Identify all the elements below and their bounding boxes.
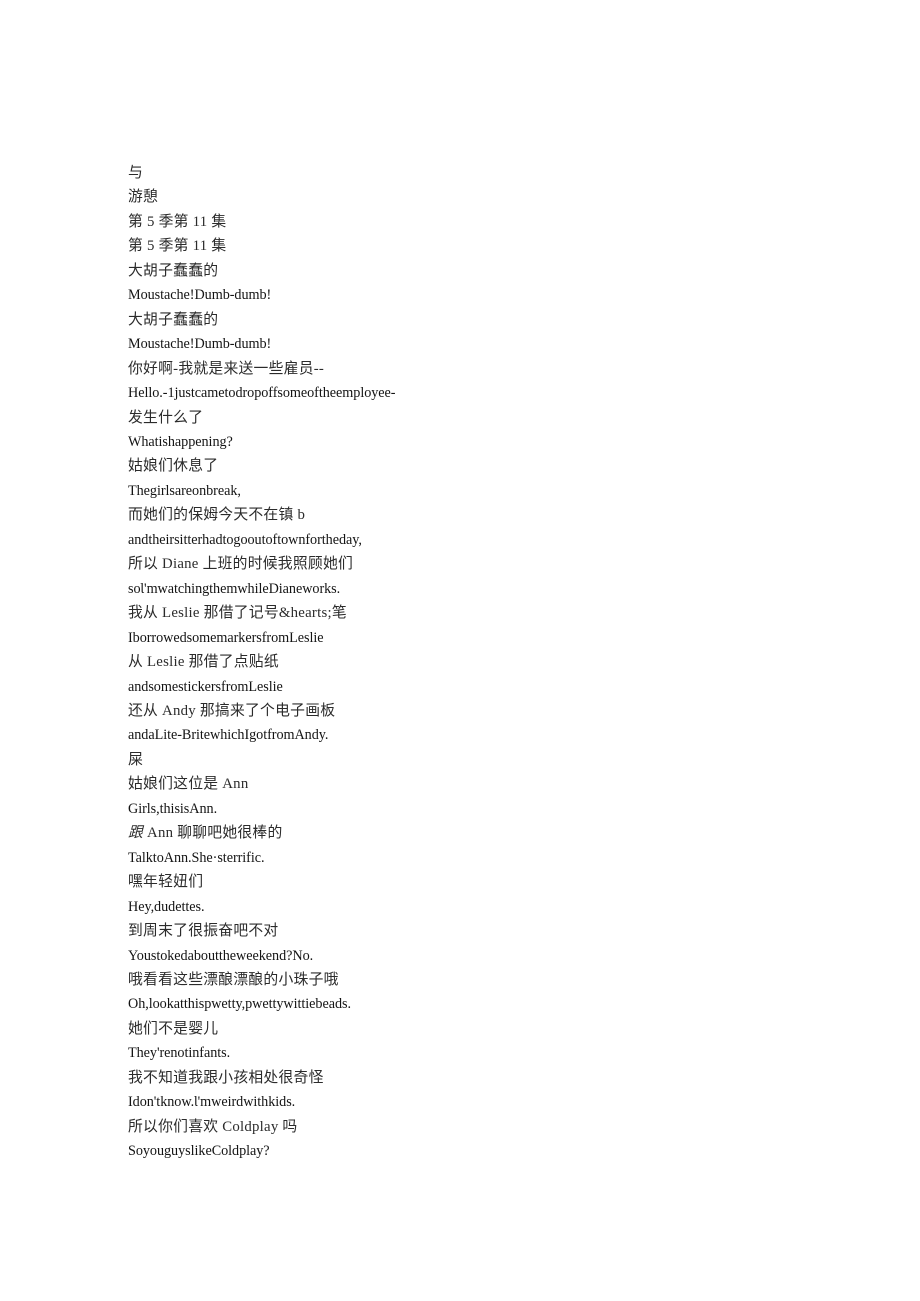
transcript-line: 我从 Leslie 那借了记号&hearts;笔 — [128, 605, 347, 622]
transcript-line: soƖ'mwatchingthemwhileDianeworks. — [128, 580, 341, 597]
transcript-line: 还从 Andy 那搞来了个电子画板 — [128, 702, 336, 719]
transcript-line: 而她们的保姆今天不在镇 b — [128, 507, 306, 524]
transcript-line: Oh,lookatthispwetty,pwettywittiebeads. — [128, 996, 351, 1013]
transcript-line: 我不知道我跟小孩相处很奇怪 — [128, 1069, 324, 1086]
transcript-line: SoyouguyslikeColdplay? — [128, 1143, 270, 1160]
transcript-line: 发生什么了 — [128, 409, 204, 426]
transcript-line: 屎 — [128, 751, 144, 768]
transcript-line: Whatishappening? — [128, 433, 233, 450]
transcript-line: Idon'tknow.Ɩ'mweirdwithkids. — [128, 1094, 296, 1111]
transcript-line: 嘿年轻妞们 — [128, 874, 204, 891]
transcript-line: Hello.-1justcametodropoffsomeoftheemploy… — [128, 385, 396, 402]
document-page: 与游憩第 5 季第 11 集第 5 季第 11 集大胡子蠢蠢的 Moustache… — [0, 0, 920, 1301]
transcript-line: Thegirlsareonbreak, — [128, 482, 241, 499]
transcript-line: 第 5 季第 11 集 — [128, 238, 227, 255]
transcript-line: andaLite-BritewhichIgotfromAndy. — [128, 727, 329, 744]
transcript-line: IborrowedsomemarkersfromLeslie — [128, 629, 324, 646]
transcript-body: 与游憩第 5 季第 11 集第 5 季第 11 集大胡子蠢蠢的 Moustache… — [128, 161, 828, 1164]
emphasized-text: 跟 — [128, 825, 144, 842]
transcript-line: andtheirsitterhadtogooutoftownfortheday, — [128, 531, 362, 548]
transcript-line: 她们不是婴儿 — [128, 1020, 219, 1037]
line-text: Ann 聊聊吧她很棒的 — [143, 825, 283, 842]
transcript-line: 哦看看这些漂酿漂酿的小珠子哦 — [128, 971, 339, 988]
transcript-line: 跟 Ann 聊聊吧她很棒的 — [128, 821, 828, 845]
transcript-line: 大胡子蠢蠢的 — [128, 262, 219, 279]
transcript-line: Moustache!Dumb-dumb! — [128, 336, 272, 353]
transcript-line: 大胡子蠢蠢的 — [128, 311, 219, 328]
transcript-line: Hey,dudettes. — [128, 898, 205, 915]
transcript-line: Moustache!Dumb-dumb! — [128, 287, 272, 304]
transcript-line: 从 Leslie 那借了点贴纸 — [128, 654, 279, 671]
transcript-line: andsomestickersfromLeslie — [128, 678, 283, 695]
transcript-line: 姑娘们这位是 Ann — [128, 776, 249, 793]
transcript-line: 第 5 季第 11 集 — [128, 213, 227, 230]
transcript-line: 你好啊-我就是来送一些雇员-- — [128, 360, 325, 377]
transcript-line: 游憩 — [128, 189, 159, 206]
transcript-line: Girls,thisisAnn. — [128, 800, 218, 817]
transcript-line: 所以你们喜欢 Coldplay 吗 — [128, 1118, 298, 1135]
transcript-line: 与 — [128, 165, 144, 181]
transcript-line: They'renotinfants. — [128, 1045, 231, 1062]
transcript-line: 所以 Diane 上班的时候我照顾她们 — [128, 556, 354, 573]
transcript-line: 到周末了很振奋吧不对 — [128, 923, 279, 940]
transcript-line: 姑娘们休息了 — [128, 458, 219, 475]
transcript-line: TalktoAnn.She·sterrific. — [128, 849, 265, 866]
transcript-line: Youstokedabouttheweekend?No. — [128, 947, 314, 964]
